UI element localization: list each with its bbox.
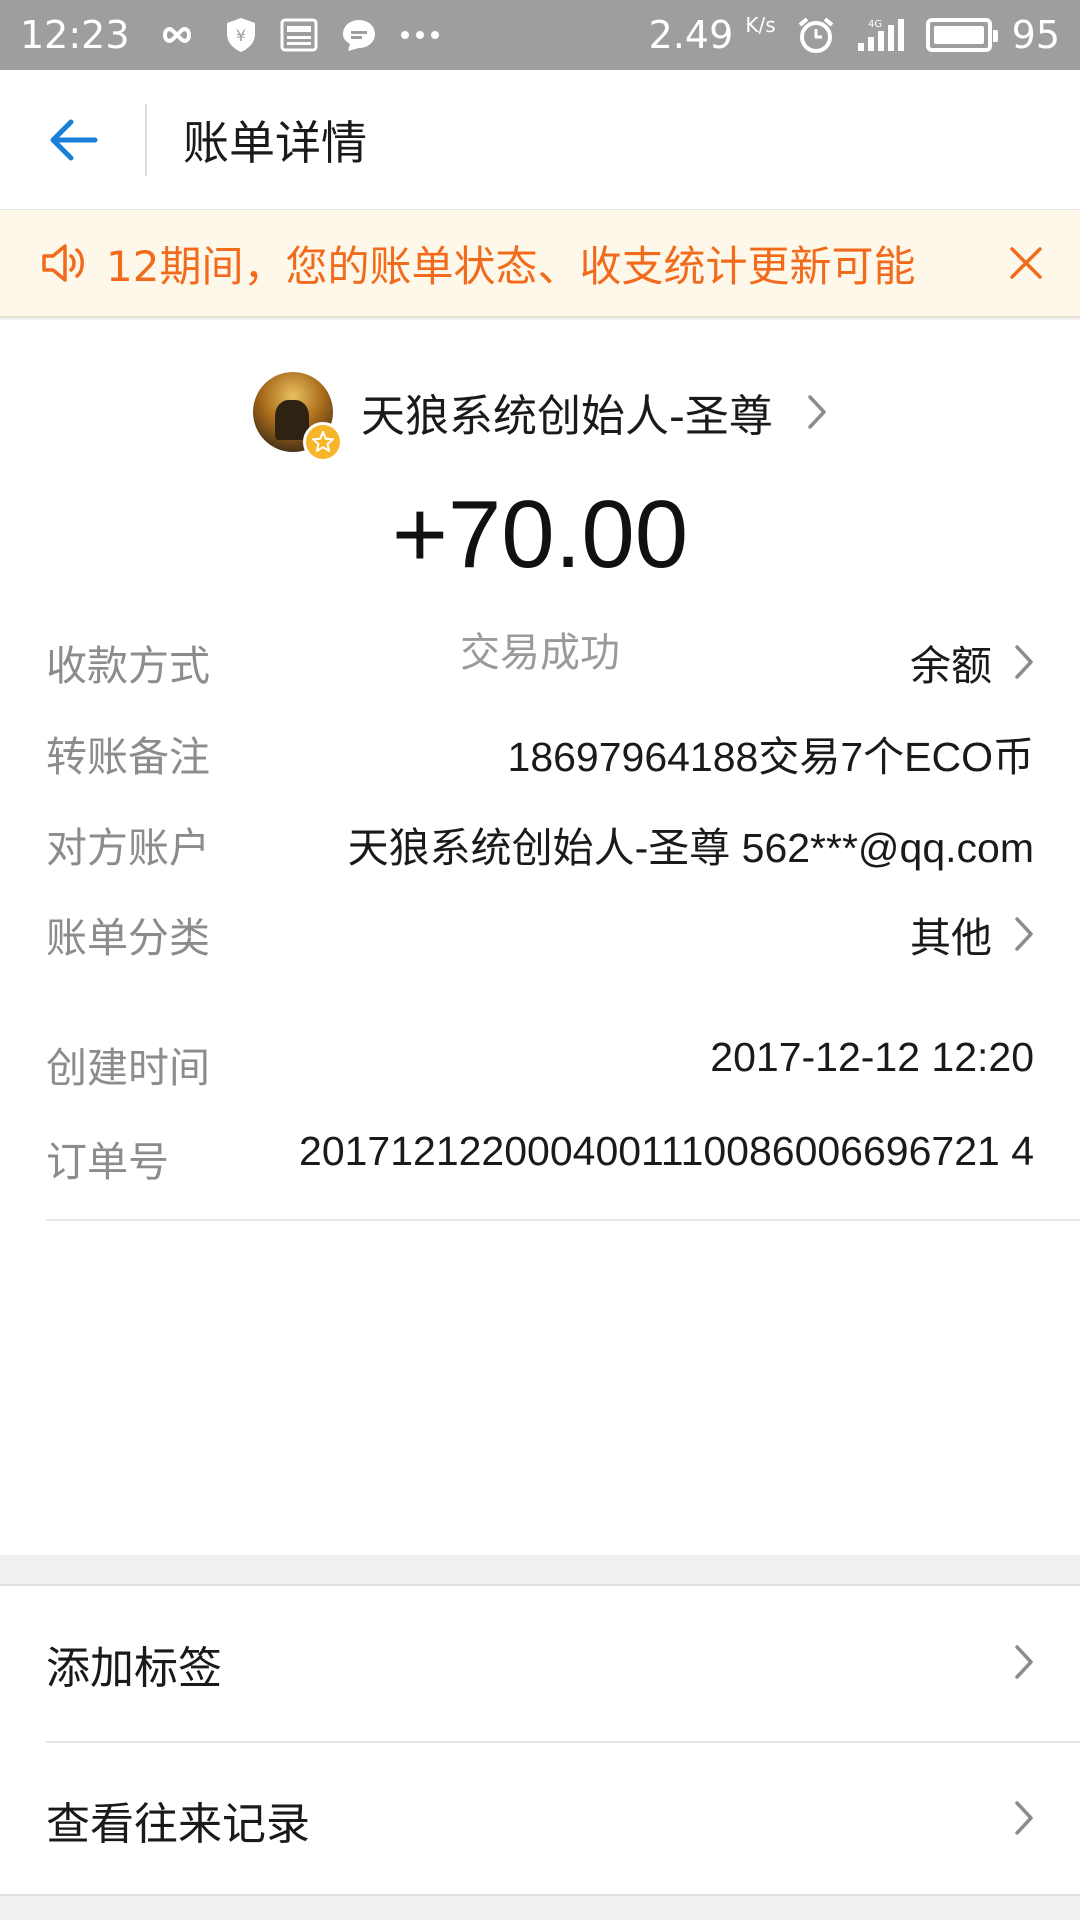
header-divider <box>145 103 147 176</box>
svg-text:4G: 4G <box>868 19 882 30</box>
chevron-right-icon <box>807 394 827 430</box>
chevron-right-icon <box>1014 1800 1034 1840</box>
created-time-label: 创建时间 <box>46 1044 210 1092</box>
signal-4g-icon: 4G <box>856 17 906 53</box>
star-badge-icon <box>303 422 344 462</box>
counterparty-row: 对方账户 天狼系统创始人-圣尊 562***@qq.com <box>46 814 1034 874</box>
payment-method-value: 余额 <box>910 643 992 689</box>
counterparty-value: 天狼系统创始人-圣尊 562***@qq.com <box>347 825 1034 871</box>
back-button[interactable] <box>0 70 145 210</box>
add-tag-item[interactable]: 添加标签 <box>0 1586 1080 1743</box>
page-title: 账单详情 <box>183 115 367 170</box>
view-history-label: 查看往来记录 <box>46 1799 310 1850</box>
remark-row: 转账备注 18697964188交易7个ECO币 <box>46 723 1034 783</box>
infinity-icon <box>152 21 202 49</box>
order-number-label: 订单号 <box>46 1138 169 1186</box>
order-number-value: 2017121220004001110086006696721 4 <box>299 1128 1034 1174</box>
category-label: 账单分类 <box>46 914 210 962</box>
category-row[interactable]: 账单分类 其他 <box>46 904 1034 964</box>
category-value: 其他 <box>910 915 992 961</box>
payment-method-row[interactable]: 收款方式 余额 <box>46 632 1034 692</box>
chevron-right-icon <box>1014 916 1034 952</box>
chat-bubble-icon <box>340 17 378 53</box>
counterparty-label: 对方账户 <box>46 824 210 872</box>
action-list: 添加标签 查看往来记录 <box>0 1584 1080 1896</box>
payee-name: 天狼系统创始人-圣尊 <box>361 391 773 442</box>
created-time-value: 2017-12-12 12:20 <box>710 1034 1034 1080</box>
battery-level: 95 <box>1011 13 1060 57</box>
avatar <box>253 372 344 462</box>
notice-banner[interactable]: 12期间，您的账单状态、收支统计更新可能 <box>0 210 1080 318</box>
created-time-row: 创建时间 2017-12-12 12:20 <box>46 1034 1034 1094</box>
battery-icon <box>925 18 998 52</box>
section-divider <box>46 1219 1080 1221</box>
payment-method-label: 收款方式 <box>46 642 210 690</box>
amount: +70.00 <box>391 481 689 588</box>
net-speed: 2.49 K/s <box>648 13 776 57</box>
back-arrow-icon <box>50 119 97 160</box>
bill-detail-card: 天狼系统创始人-圣尊 +70.00 交易成功 收款方式 余额 转账备注 1869… <box>0 320 1080 1555</box>
status-time: 12:23 <box>20 13 130 57</box>
news-icon <box>280 18 318 52</box>
view-history-item[interactable]: 查看往来记录 <box>0 1742 1080 1898</box>
notice-close-button[interactable] <box>972 209 1080 317</box>
category-value-wrap: 其他 <box>910 904 1034 964</box>
order-number-row: 订单号 2017121220004001110086006696721 4 <box>46 1118 1034 1188</box>
alarm-icon <box>796 15 836 55</box>
chevron-right-icon <box>1014 1644 1034 1684</box>
svg-text:¥: ¥ <box>235 26 245 45</box>
shield-yen-icon: ¥ <box>224 16 258 54</box>
app-header: 账单详情 <box>0 70 1080 210</box>
add-tag-label: 添加标签 <box>46 1643 222 1694</box>
notice-text: 12期间，您的账单状态、收支统计更新可能 <box>106 241 916 291</box>
remark-label: 转账备注 <box>46 733 210 781</box>
close-icon <box>1010 247 1042 279</box>
status-bar: 12:23 ¥ 2.49 K/s 4G 95 <box>0 0 1080 70</box>
speaker-icon <box>40 241 96 285</box>
remark-value: 18697964188交易7个ECO币 <box>507 734 1034 780</box>
payee-row[interactable]: 天狼系统创始人-圣尊 <box>0 362 1080 462</box>
payment-method-value-wrap: 余额 <box>910 632 1034 692</box>
more-dots-icon <box>400 30 440 40</box>
chevron-right-icon <box>1014 644 1034 680</box>
